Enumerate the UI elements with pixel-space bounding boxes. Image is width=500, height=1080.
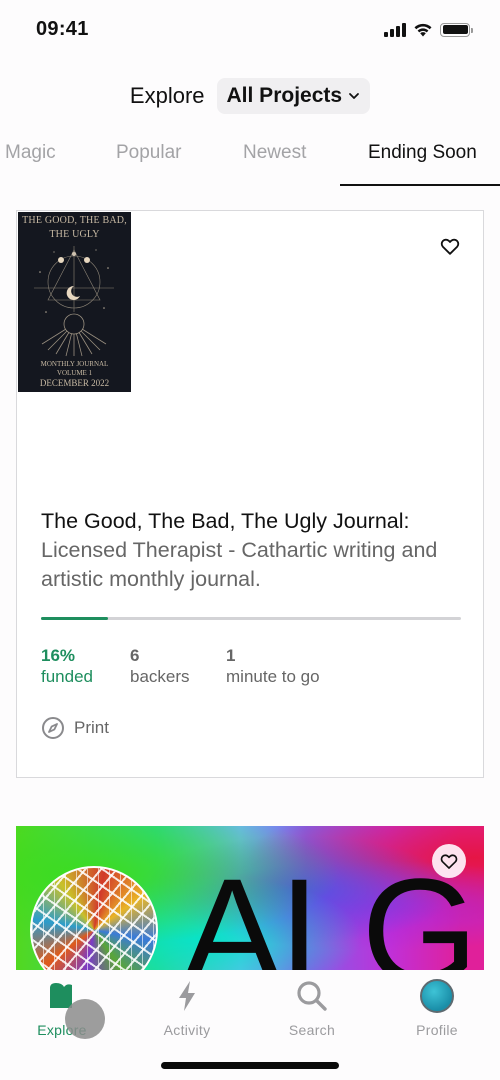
tabbar-label: Search (288, 1022, 336, 1038)
search-icon (294, 978, 330, 1014)
status-bar: 09:41 (0, 0, 500, 60)
project-title: The Good, The Bad, The Ugly Journal: Lic… (41, 507, 471, 594)
tabbar-profile[interactable]: Profile (387, 978, 487, 1038)
save-button[interactable] (432, 844, 466, 878)
project-filter-label: All Projects (226, 84, 343, 107)
project-stats: 16% funded 6 backers 1 minute to go (41, 645, 320, 687)
chevron-down-icon (349, 93, 359, 99)
cover-title-line: THE UGLY (49, 229, 100, 240)
stat-backers: 6 backers (130, 645, 226, 687)
backers-value: 6 (130, 646, 140, 665)
cover-subtitle-line: VOLUME 1 (56, 369, 93, 377)
sort-tabs: Magic Popular Newest Ending Soon (0, 130, 500, 186)
wifi-icon (414, 23, 432, 37)
profile-avatar (420, 979, 454, 1013)
avatar (419, 978, 455, 1014)
funded-label: funded (41, 667, 93, 686)
explore-icon (44, 978, 80, 1014)
home-indicator[interactable] (161, 1062, 339, 1069)
status-icons (384, 22, 473, 37)
status-time: 09:41 (36, 18, 89, 40)
project-name: The Good, The Bad, The Ugly Journal: (41, 509, 410, 533)
cover-title: THE GOOD, THE BAD, THE UGLY (18, 214, 131, 242)
project-category[interactable]: Print (41, 716, 109, 740)
cover-date: DECEMBER 2022 (39, 378, 110, 388)
stat-funded: 16% funded (41, 645, 130, 687)
funded-value: 16% (41, 646, 76, 665)
category-label: Print (74, 718, 109, 737)
mosaic-logo (30, 866, 158, 986)
explore-header: Explore All Projects (0, 76, 500, 116)
tab-newest[interactable]: Newest (243, 142, 306, 164)
tabbar-activity[interactable]: Activity (137, 978, 237, 1038)
compass-icon (42, 717, 64, 739)
tab-magic[interactable]: Magic (5, 142, 56, 164)
project-cover-image: THE GOOD, THE BAD, THE UGLY MONTHLY JOUR… (18, 212, 131, 392)
tabbar-explore[interactable]: Explore (12, 978, 112, 1039)
tabbar-label: Explore (37, 1022, 87, 1038)
project-filter-dropdown[interactable]: All Projects (216, 78, 371, 114)
stat-time-left: 1 minute to go (226, 645, 320, 687)
funding-progress-bar (41, 617, 461, 620)
cover-subtitle: MONTHLY JOURNAL VOLUME 1 DECEMBER 2022 (18, 360, 131, 389)
funding-progress-fill (41, 617, 109, 620)
tabbar-label: Activity (163, 1022, 211, 1038)
lightning-icon (169, 978, 205, 1014)
cover-title-line: THE GOOD, THE BAD, (22, 215, 127, 226)
tab-ending-soon[interactable]: Ending Soon (368, 142, 477, 164)
battery-icon (440, 22, 473, 37)
time-left-label: minute to go (226, 667, 320, 686)
cover-subtitle-line: MONTHLY JOURNAL (40, 360, 109, 368)
page-title: Explore (129, 83, 205, 108)
backers-label: backers (130, 667, 190, 686)
project-card[interactable]: ALG (16, 826, 484, 986)
time-left-value: 1 (226, 646, 236, 665)
tabbar-search[interactable]: Search (262, 978, 362, 1038)
cover-art-illustration (34, 246, 114, 357)
project-blurb: Licensed Therapist - Cathartic writing a… (41, 538, 438, 591)
project-card[interactable]: THE GOOD, THE BAD, THE UGLY MONTHLY JOUR… (16, 210, 484, 778)
cover-image-text: ALG (182, 847, 478, 986)
tab-popular[interactable]: Popular (116, 142, 182, 164)
cellular-signal-icon (384, 22, 406, 37)
heart-icon (440, 854, 458, 869)
tabbar-label: Profile (416, 1022, 458, 1038)
save-heart-icon[interactable] (439, 235, 461, 257)
active-tab-indicator (340, 184, 500, 186)
